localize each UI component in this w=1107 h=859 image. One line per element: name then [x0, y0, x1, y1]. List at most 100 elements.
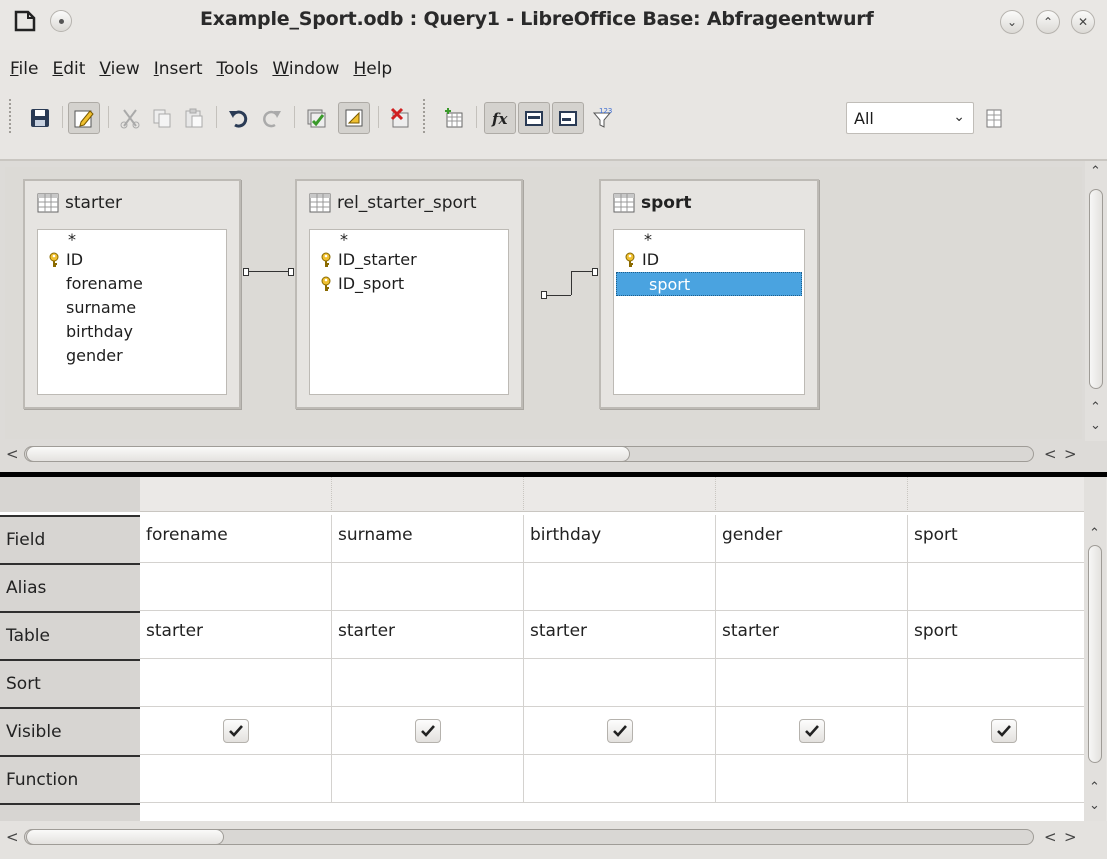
grid-cell-function[interactable] [908, 755, 1084, 803]
field-item[interactable]: * [310, 232, 508, 248]
functions-button[interactable]: fx [484, 102, 516, 134]
design-vertical-scrollbar[interactable]: ⌃ ⌃ ⌄ [1085, 161, 1107, 441]
chevron-left-icon[interactable]: < [1044, 447, 1057, 462]
grid-cell-function[interactable] [332, 755, 524, 803]
redo-button[interactable] [256, 102, 288, 134]
grid-cell-sort[interactable] [716, 659, 908, 707]
field-item[interactable]: forename [38, 272, 226, 296]
menu-help[interactable]: Help [353, 59, 392, 79]
field-item[interactable]: ID [38, 248, 226, 272]
grid-cell-field[interactable]: surname [332, 515, 524, 563]
scrollbar-thumb[interactable] [1089, 189, 1103, 389]
grid-cell-function[interactable] [524, 755, 716, 803]
minimize-button[interactable]: ⌄ [1000, 10, 1024, 34]
close-button[interactable]: ✕ [1071, 10, 1095, 34]
visible-checkbox[interactable] [414, 719, 441, 743]
run-query-button[interactable] [300, 102, 332, 134]
field-item-selected[interactable]: sport [616, 272, 802, 296]
chevron-left-icon[interactable]: < [6, 447, 19, 462]
table-window-header[interactable]: rel_starter_sport [297, 181, 521, 225]
scrollbar-thumb[interactable] [26, 829, 224, 845]
save-button[interactable] [24, 102, 56, 134]
menu-tools[interactable]: Tools [217, 59, 259, 79]
limit-button[interactable] [978, 102, 1010, 134]
chevron-down-icon[interactable]: ⌄ [1089, 799, 1100, 812]
undo-button[interactable] [222, 102, 254, 134]
grid-cell-field[interactable]: birthday [524, 515, 716, 563]
grid-column-header[interactable] [140, 477, 332, 512]
menu-edit[interactable]: Edit [52, 59, 85, 79]
grid-column-header[interactable] [716, 477, 908, 512]
menu-file[interactable]: File [10, 59, 38, 79]
limit-select[interactable]: All ⌄ [846, 102, 974, 134]
maximize-button[interactable]: ⌃ [1036, 10, 1060, 34]
field-item[interactable]: ID_starter [310, 248, 508, 272]
grid-cell-sort[interactable] [332, 659, 524, 707]
menu-insert[interactable]: Insert [154, 59, 203, 79]
field-item[interactable]: surname [38, 296, 226, 320]
field-item[interactable]: ID [614, 248, 804, 272]
chevron-left-icon[interactable]: < [6, 830, 19, 845]
visible-checkbox[interactable] [990, 719, 1017, 743]
grid-cell-function[interactable] [716, 755, 908, 803]
design-view-toggle-button[interactable] [338, 102, 370, 134]
table-window-header[interactable]: starter [25, 181, 239, 225]
table-window-rel-starter-sport[interactable]: rel_starter_sport * ID_starter ID_sport [295, 179, 523, 409]
grid-cell-table[interactable]: sport [908, 611, 1084, 659]
grid-cell-alias[interactable] [908, 563, 1084, 611]
grid-cell-table[interactable]: starter [332, 611, 524, 659]
field-item[interactable]: * [614, 232, 804, 248]
visible-checkbox[interactable] [222, 719, 249, 743]
window-menu-button[interactable] [50, 10, 72, 32]
grid-cell-sort[interactable] [908, 659, 1084, 707]
grid-cell-field[interactable]: forename [140, 515, 332, 563]
grid-vertical-scrollbar[interactable]: ⌃ ⌃ ⌄ [1084, 477, 1106, 821]
grid-cell-function[interactable] [140, 755, 332, 803]
chevron-up-icon[interactable]: ⌃ [1089, 527, 1100, 540]
design-horizontal-scrollbar[interactable]: < < > [0, 444, 1107, 464]
grid-column-header[interactable] [524, 477, 716, 512]
grid-cell-sort[interactable] [524, 659, 716, 707]
grid-cell-alias[interactable] [524, 563, 716, 611]
grid-cell-alias[interactable] [140, 563, 332, 611]
grid-cell-table[interactable]: starter [524, 611, 716, 659]
scrollbar-thumb[interactable] [26, 446, 630, 462]
chevron-up-icon[interactable]: ⌃ [1090, 401, 1101, 414]
grid-cell-field[interactable]: sport [908, 515, 1084, 563]
visible-checkbox[interactable] [798, 719, 825, 743]
chevron-down-icon[interactable]: ⌄ [1090, 419, 1101, 432]
grid-cell-alias[interactable] [332, 563, 524, 611]
chevron-up-icon[interactable]: ⌃ [1089, 781, 1100, 794]
chevron-left-icon[interactable]: < [1044, 830, 1057, 845]
grid-column-header[interactable] [908, 477, 1084, 512]
toolbar-grip[interactable] [422, 98, 426, 134]
table-window-header[interactable]: sport [601, 181, 817, 225]
grid-horizontal-scrollbar[interactable]: < < > [0, 827, 1107, 847]
field-item[interactable]: * [38, 232, 226, 248]
visible-checkbox[interactable] [606, 719, 633, 743]
chevron-right-icon[interactable]: > [1064, 830, 1077, 845]
field-item[interactable]: gender [38, 344, 226, 368]
grid-cell-table[interactable]: starter [140, 611, 332, 659]
chevron-up-icon[interactable]: ⌃ [1090, 165, 1101, 178]
table-window-sport[interactable]: sport * ID sport [599, 179, 819, 409]
design-canvas[interactable]: starter * ID forename surname birthday g… [5, 167, 1082, 439]
table-name-button[interactable] [518, 102, 550, 134]
scrollbar-thumb[interactable] [1088, 545, 1102, 763]
edit-mode-button[interactable] [68, 102, 100, 134]
field-item[interactable]: birthday [38, 320, 226, 344]
grid-cell-alias[interactable] [716, 563, 908, 611]
chevron-right-icon[interactable]: > [1064, 447, 1077, 462]
alias-button[interactable] [552, 102, 584, 134]
clear-query-button[interactable] [384, 102, 416, 134]
app-icon[interactable] [14, 10, 36, 32]
table-window-starter[interactable]: starter * ID forename surname birthday g… [23, 179, 241, 409]
menu-window[interactable]: Window [272, 59, 339, 79]
add-table-button[interactable] [438, 102, 470, 134]
grid-cell-table[interactable]: starter [716, 611, 908, 659]
grid-cell-sort[interactable] [140, 659, 332, 707]
cut-button[interactable] [114, 102, 146, 134]
grid-cell-field[interactable]: gender [716, 515, 908, 563]
grid-column-header[interactable] [332, 477, 524, 512]
menu-view[interactable]: View [99, 59, 139, 79]
